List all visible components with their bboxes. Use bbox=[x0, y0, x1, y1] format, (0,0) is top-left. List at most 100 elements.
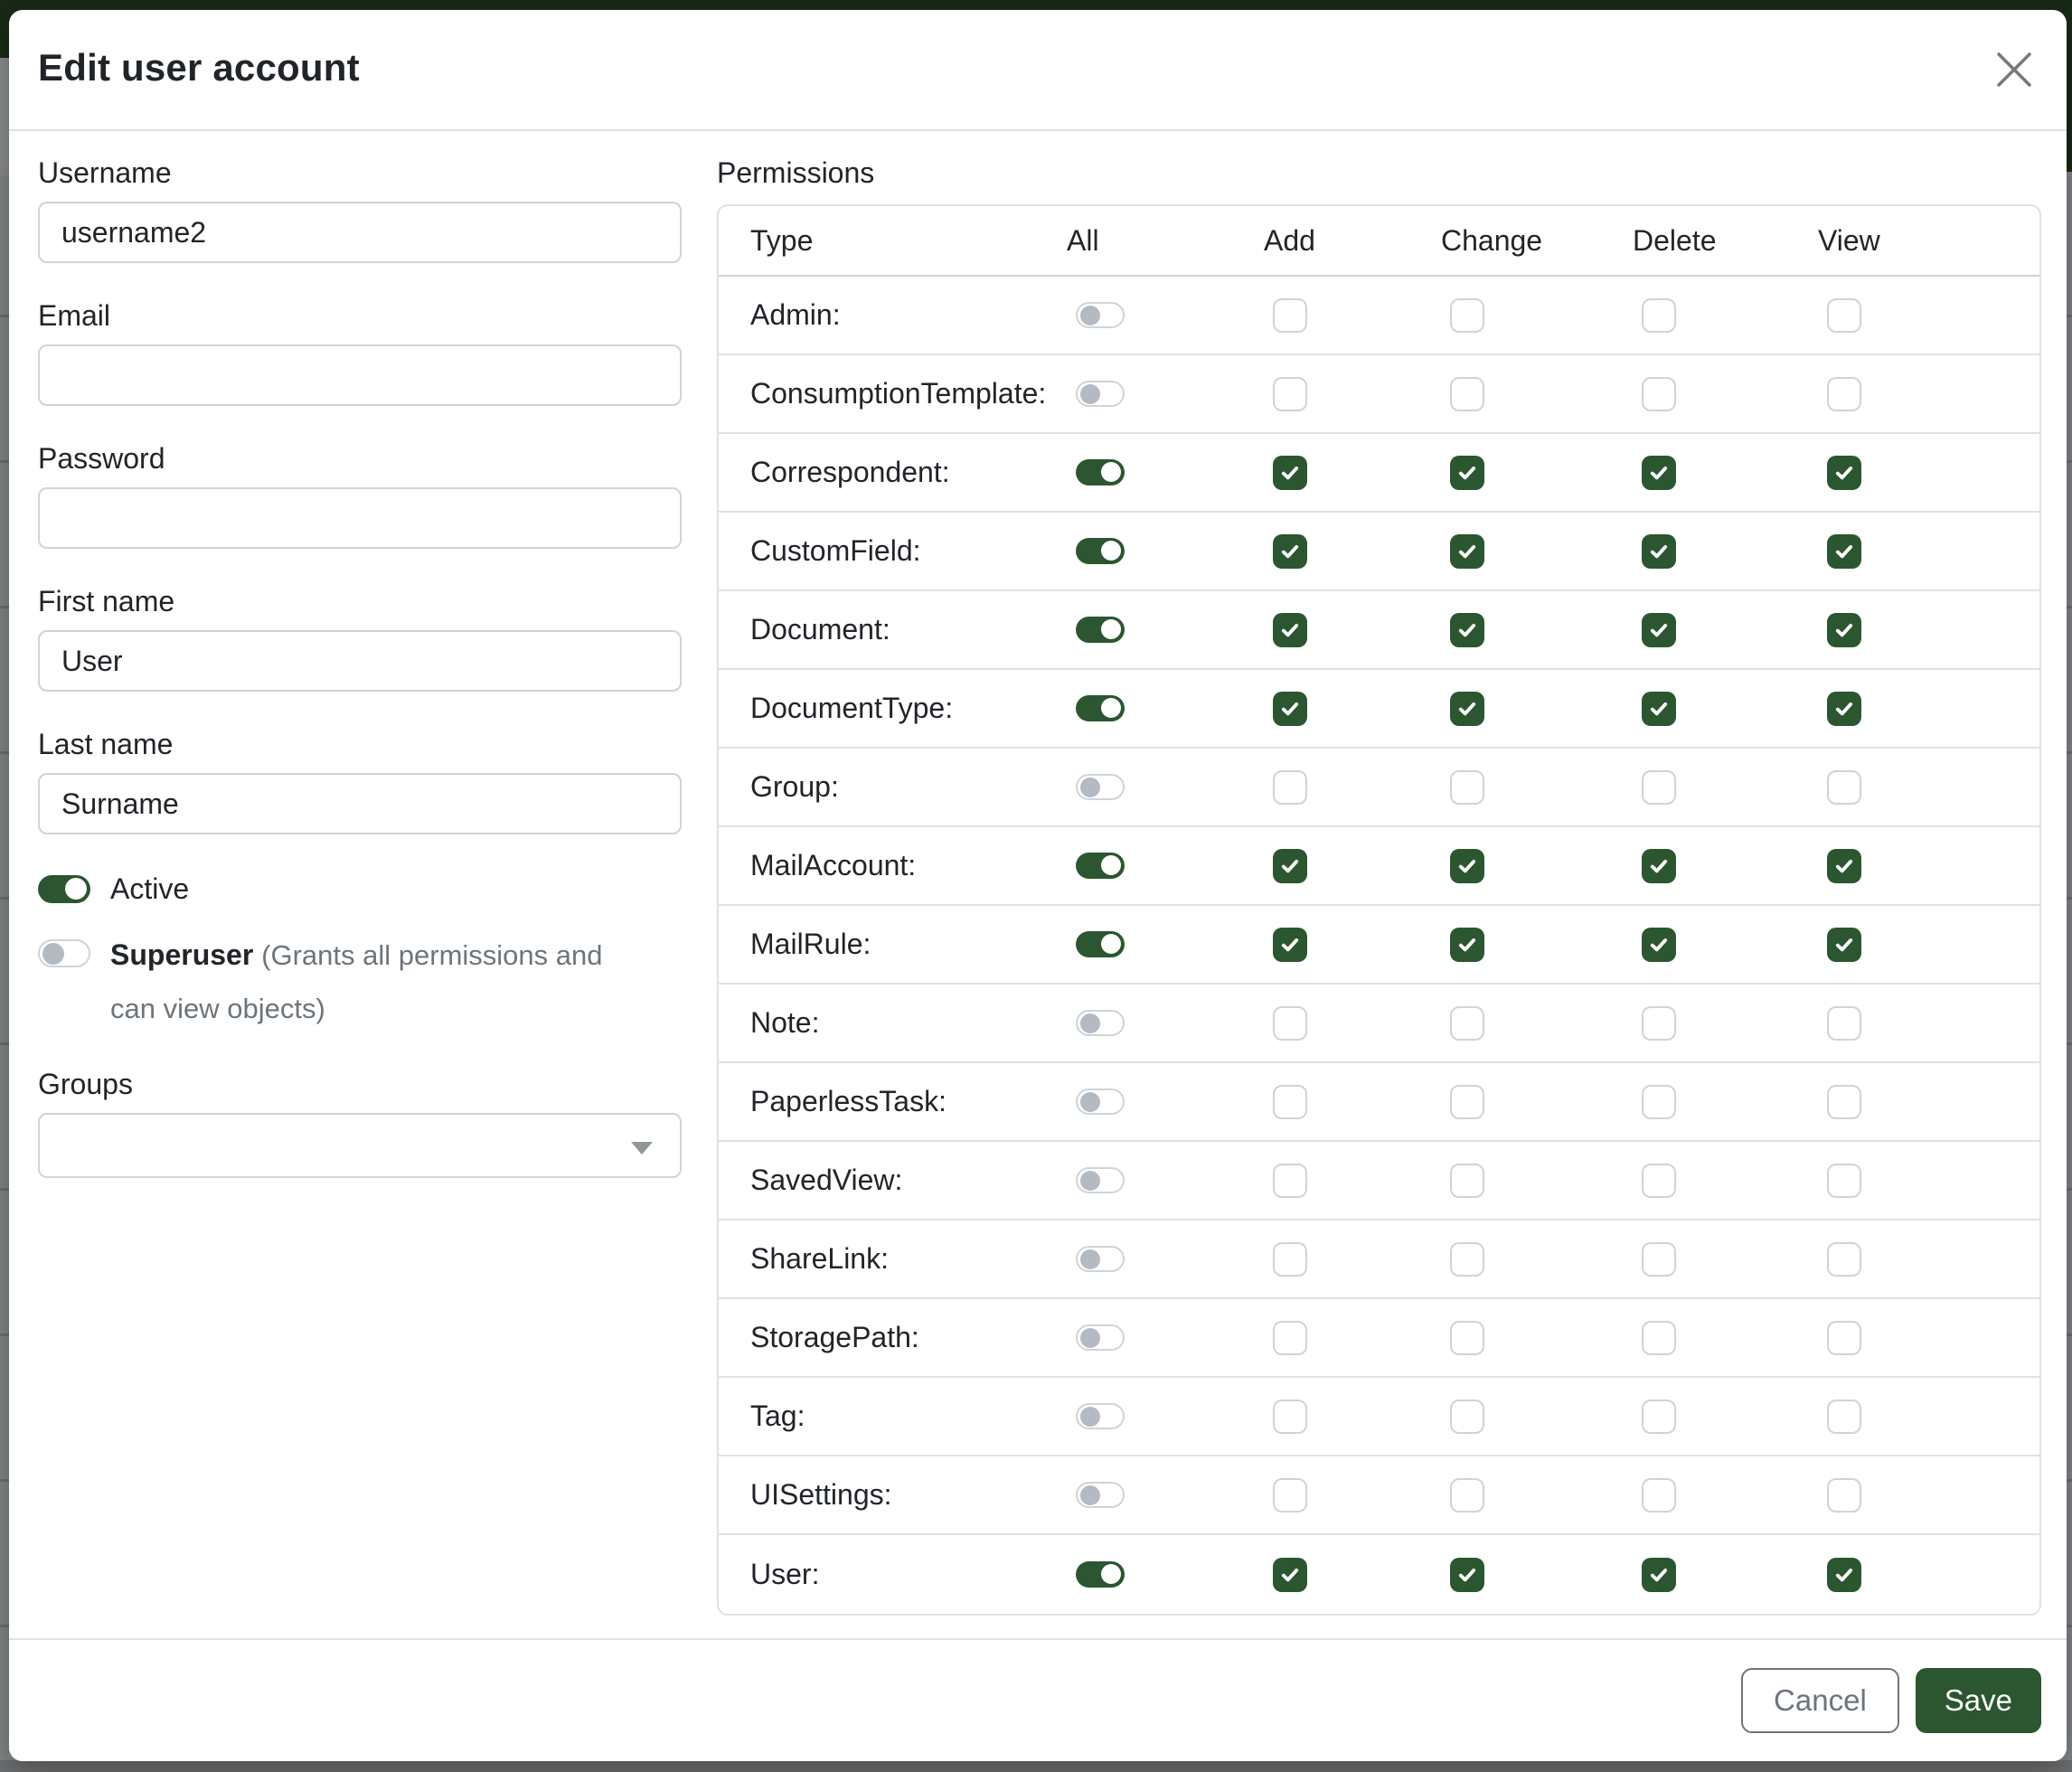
add-checkbox[interactable] bbox=[1273, 534, 1307, 569]
add-checkbox[interactable] bbox=[1273, 1478, 1307, 1513]
view-checkbox[interactable] bbox=[1827, 613, 1861, 647]
add-checkbox[interactable] bbox=[1273, 849, 1307, 883]
add-checkbox[interactable] bbox=[1273, 1558, 1307, 1592]
change-checkbox[interactable] bbox=[1450, 534, 1484, 569]
view-checkbox[interactable] bbox=[1827, 298, 1861, 333]
last-name-input[interactable] bbox=[38, 773, 682, 834]
add-checkbox[interactable] bbox=[1273, 298, 1307, 333]
email-input[interactable] bbox=[38, 344, 682, 406]
view-checkbox[interactable] bbox=[1827, 849, 1861, 883]
delete-checkbox[interactable] bbox=[1642, 1085, 1676, 1119]
change-checkbox[interactable] bbox=[1450, 1321, 1484, 1355]
delete-checkbox[interactable] bbox=[1642, 534, 1676, 569]
column-header-add: Add bbox=[1264, 224, 1441, 258]
all-toggle[interactable] bbox=[1076, 459, 1125, 485]
delete-checkbox[interactable] bbox=[1642, 849, 1676, 883]
view-checkbox[interactable] bbox=[1827, 1164, 1861, 1198]
view-checkbox[interactable] bbox=[1827, 1006, 1861, 1041]
delete-checkbox[interactable] bbox=[1642, 928, 1676, 962]
view-checkbox[interactable] bbox=[1827, 770, 1861, 805]
all-toggle[interactable] bbox=[1076, 538, 1125, 564]
view-checkbox[interactable] bbox=[1827, 377, 1861, 411]
change-checkbox[interactable] bbox=[1450, 1558, 1484, 1592]
all-toggle[interactable] bbox=[1076, 931, 1125, 957]
view-checkbox[interactable] bbox=[1827, 692, 1861, 726]
superuser-toggle[interactable] bbox=[38, 939, 90, 967]
all-toggle[interactable] bbox=[1076, 1089, 1125, 1115]
change-checkbox[interactable] bbox=[1450, 1400, 1484, 1434]
add-checkbox[interactable] bbox=[1273, 1242, 1307, 1277]
view-checkbox[interactable] bbox=[1827, 1085, 1861, 1119]
change-checkbox[interactable] bbox=[1450, 770, 1484, 805]
first-name-input[interactable] bbox=[38, 630, 682, 692]
delete-checkbox[interactable] bbox=[1642, 1164, 1676, 1198]
all-toggle[interactable] bbox=[1076, 695, 1125, 721]
all-toggle[interactable] bbox=[1076, 1246, 1125, 1272]
change-checkbox[interactable] bbox=[1450, 928, 1484, 962]
cancel-button[interactable]: Cancel bbox=[1741, 1668, 1899, 1733]
username-input[interactable] bbox=[38, 202, 682, 263]
delete-checkbox[interactable] bbox=[1642, 1558, 1676, 1592]
delete-checkbox[interactable] bbox=[1642, 1321, 1676, 1355]
close-button[interactable] bbox=[1985, 41, 2043, 99]
all-toggle[interactable] bbox=[1076, 381, 1125, 407]
add-checkbox[interactable] bbox=[1273, 1164, 1307, 1198]
add-checkbox[interactable] bbox=[1273, 692, 1307, 726]
all-toggle[interactable] bbox=[1076, 1010, 1125, 1036]
all-toggle[interactable] bbox=[1076, 1167, 1125, 1193]
view-checkbox[interactable] bbox=[1827, 1321, 1861, 1355]
change-checkbox[interactable] bbox=[1450, 1006, 1484, 1041]
change-checkbox[interactable] bbox=[1450, 377, 1484, 411]
add-checkbox[interactable] bbox=[1273, 1085, 1307, 1119]
delete-checkbox[interactable] bbox=[1642, 1242, 1676, 1277]
delete-checkbox[interactable] bbox=[1642, 770, 1676, 805]
delete-checkbox[interactable] bbox=[1642, 456, 1676, 490]
chevron-down-icon bbox=[631, 1142, 653, 1155]
change-checkbox[interactable] bbox=[1450, 298, 1484, 333]
delete-checkbox[interactable] bbox=[1642, 1400, 1676, 1434]
add-checkbox[interactable] bbox=[1273, 613, 1307, 647]
toggle-knob bbox=[1080, 1485, 1100, 1505]
add-checkbox[interactable] bbox=[1273, 377, 1307, 411]
permission-row: User: bbox=[719, 1535, 2039, 1614]
groups-select[interactable] bbox=[38, 1113, 682, 1178]
view-checkbox[interactable] bbox=[1827, 1242, 1861, 1277]
delete-checkbox[interactable] bbox=[1642, 298, 1676, 333]
view-checkbox[interactable] bbox=[1827, 1558, 1861, 1592]
all-toggle[interactable] bbox=[1076, 1324, 1125, 1351]
add-checkbox[interactable] bbox=[1273, 456, 1307, 490]
save-button[interactable]: Save bbox=[1916, 1668, 2041, 1733]
add-checkbox[interactable] bbox=[1273, 770, 1307, 805]
change-checkbox[interactable] bbox=[1450, 456, 1484, 490]
change-checkbox[interactable] bbox=[1450, 692, 1484, 726]
all-toggle[interactable] bbox=[1076, 853, 1125, 879]
change-checkbox[interactable] bbox=[1450, 1242, 1484, 1277]
view-checkbox[interactable] bbox=[1827, 456, 1861, 490]
all-toggle[interactable] bbox=[1076, 302, 1125, 328]
all-toggle[interactable] bbox=[1076, 1403, 1125, 1429]
delete-checkbox[interactable] bbox=[1642, 377, 1676, 411]
all-toggle[interactable] bbox=[1076, 1561, 1125, 1588]
view-checkbox[interactable] bbox=[1827, 534, 1861, 569]
all-toggle[interactable] bbox=[1076, 617, 1125, 643]
delete-checkbox[interactable] bbox=[1642, 692, 1676, 726]
delete-checkbox[interactable] bbox=[1642, 1478, 1676, 1513]
all-toggle[interactable] bbox=[1076, 1482, 1125, 1508]
delete-checkbox[interactable] bbox=[1642, 613, 1676, 647]
active-toggle[interactable] bbox=[38, 875, 90, 903]
view-checkbox[interactable] bbox=[1827, 1400, 1861, 1434]
view-checkbox[interactable] bbox=[1827, 928, 1861, 962]
password-input[interactable] bbox=[38, 487, 682, 549]
change-checkbox[interactable] bbox=[1450, 1478, 1484, 1513]
add-checkbox[interactable] bbox=[1273, 1400, 1307, 1434]
change-checkbox[interactable] bbox=[1450, 1085, 1484, 1119]
change-checkbox[interactable] bbox=[1450, 1164, 1484, 1198]
view-checkbox[interactable] bbox=[1827, 1478, 1861, 1513]
change-checkbox[interactable] bbox=[1450, 849, 1484, 883]
add-checkbox[interactable] bbox=[1273, 928, 1307, 962]
add-checkbox[interactable] bbox=[1273, 1321, 1307, 1355]
delete-checkbox[interactable] bbox=[1642, 1006, 1676, 1041]
all-toggle[interactable] bbox=[1076, 774, 1125, 800]
change-checkbox[interactable] bbox=[1450, 613, 1484, 647]
add-checkbox[interactable] bbox=[1273, 1006, 1307, 1041]
